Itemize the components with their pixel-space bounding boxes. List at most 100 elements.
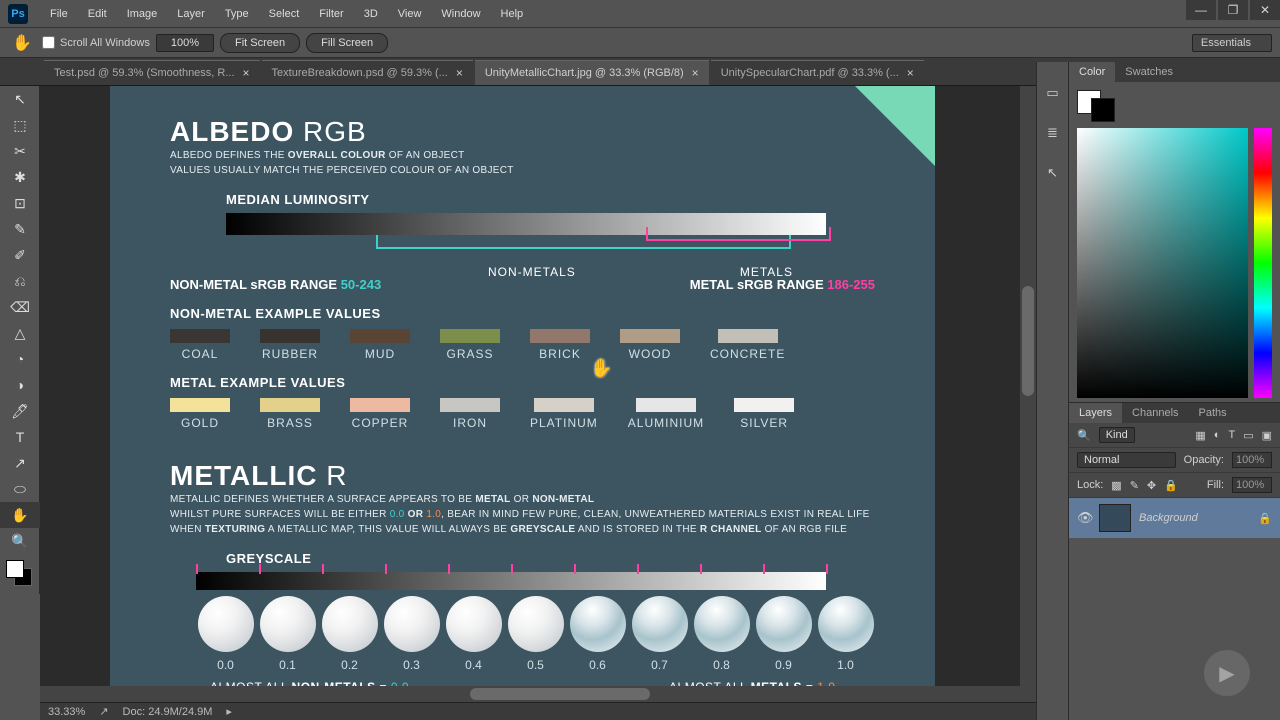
document-tab-label: UnityMetallicChart.jpg @ 33.3% (RGB/8) — [485, 67, 684, 79]
swatch-color — [440, 329, 500, 343]
panel-tab-paths[interactable]: Paths — [1189, 403, 1237, 423]
blend-mode-dropdown[interactable]: Normal — [1077, 452, 1176, 468]
menu-view[interactable]: View — [388, 4, 432, 24]
menu-type[interactable]: Type — [215, 4, 259, 24]
collapsed-panel-icon-0[interactable]: ▭ — [1041, 82, 1065, 104]
tool-button-0[interactable]: ↖ — [0, 86, 40, 112]
filter-pixel-icon[interactable]: ▦ — [1195, 429, 1205, 442]
background-swatch[interactable] — [1091, 98, 1115, 122]
opacity-input[interactable] — [1232, 452, 1272, 468]
document-tab-label: UnitySpecularChart.pdf @ 33.3% (... — [721, 67, 899, 79]
sphere-value-label: 0.3 — [403, 658, 420, 672]
fg-bg-swatch[interactable] — [1077, 90, 1272, 122]
layer-row-background[interactable]: 👁 Background 🔒 — [1069, 498, 1280, 538]
collapsed-panel-icon-2[interactable]: ↖ — [1041, 162, 1065, 184]
menu-window[interactable]: Window — [431, 4, 490, 24]
panel-tab-channels[interactable]: Channels — [1122, 403, 1188, 423]
tool-button-5[interactable]: ✎ — [0, 216, 40, 242]
tool-button-3[interactable]: ✱ — [0, 164, 40, 190]
zoom-value-field[interactable]: 100% — [156, 34, 214, 52]
workspace-switcher[interactable]: Essentials — [1192, 34, 1272, 52]
menu-filter[interactable]: Filter — [309, 4, 353, 24]
tool-button-9[interactable]: △ — [0, 320, 40, 346]
lock-all-icon[interactable]: 🔒 — [1164, 479, 1178, 492]
document-tab-1[interactable]: TextureBreakdown.psd @ 59.3% (...× — [262, 60, 473, 85]
close-tab-icon[interactable]: × — [907, 66, 914, 80]
swatch-label: IRON — [453, 416, 487, 430]
menu-3d[interactable]: 3D — [354, 4, 388, 24]
vertical-scroll-thumb[interactable] — [1022, 286, 1034, 396]
menu-select[interactable]: Select — [259, 4, 310, 24]
filter-adjust-icon[interactable]: ◐ — [1214, 429, 1221, 441]
filter-type-icon[interactable]: T — [1228, 429, 1235, 441]
scroll-all-windows-checkbox[interactable]: Scroll All Windows — [42, 36, 150, 49]
color-field[interactable] — [1077, 128, 1248, 398]
color-picker[interactable] — [1077, 128, 1272, 398]
greyscale-tick — [259, 564, 261, 574]
tool-button-11[interactable]: ◑ — [0, 372, 40, 398]
visibility-toggle-icon[interactable]: 👁 — [1077, 510, 1091, 526]
hue-slider[interactable] — [1254, 128, 1272, 398]
scroll-all-windows-input[interactable] — [42, 36, 55, 49]
menu-edit[interactable]: Edit — [78, 4, 117, 24]
tool-button-13[interactable]: T — [0, 424, 40, 450]
tool-button-10[interactable]: ◔ — [0, 346, 40, 372]
lock-pixels-icon[interactable]: ✎ — [1130, 479, 1139, 492]
menu-image[interactable]: Image — [117, 4, 168, 24]
fg-color-box[interactable] — [6, 560, 24, 578]
metal-range-bracket — [646, 227, 831, 241]
fill-screen-button[interactable]: Fill Screen — [306, 33, 388, 53]
menu-help[interactable]: Help — [491, 4, 534, 24]
close-window-button[interactable]: ✕ — [1250, 0, 1280, 20]
tool-button-14[interactable]: ↗ — [0, 450, 40, 476]
menu-layer[interactable]: Layer — [167, 4, 215, 24]
vertical-scrollbar[interactable] — [1020, 86, 1036, 702]
tool-button-2[interactable]: ✂ — [0, 138, 40, 164]
tool-button-1[interactable]: ⬚ — [0, 112, 40, 138]
tool-button-7[interactable]: ⎌ — [0, 268, 40, 294]
tool-button-15[interactable]: ⬭ — [0, 476, 40, 502]
lock-position-icon[interactable]: ✥ — [1147, 479, 1156, 492]
horizontal-scrollbar[interactable] — [40, 686, 1020, 702]
layer-thumbnail[interactable] — [1099, 504, 1131, 532]
status-export-icon[interactable]: ↗ — [99, 705, 108, 718]
status-zoom[interactable]: 33.33% — [48, 706, 85, 718]
right-panel-column: ▭≣↖ ColorSwatches LayersChannelsPaths 🔍 … — [1036, 62, 1280, 720]
horizontal-scroll-thumb[interactable] — [470, 688, 650, 700]
document-canvas[interactable]: ALBEDO RGB ALBEDO DEFINES THE OVERALL CO… — [110, 86, 935, 702]
canvas-area[interactable]: ALBEDO RGB ALBEDO DEFINES THE OVERALL CO… — [40, 86, 1036, 702]
document-tab-3[interactable]: UnitySpecularChart.pdf @ 33.3% (... × — [711, 60, 924, 85]
document-tab-0[interactable]: Test.psd @ 59.3% (Smoothness, R...× — [44, 60, 260, 85]
lock-transparency-icon[interactable]: ▩ — [1111, 479, 1121, 492]
greyscale-gradient-bar — [196, 572, 826, 590]
minimize-button[interactable]: — — [1186, 0, 1216, 20]
document-tab-2[interactable]: UnityMetallicChart.jpg @ 33.3% (RGB/8) × — [475, 60, 709, 85]
fit-screen-button[interactable]: Fit Screen — [220, 33, 300, 53]
filter-smart-icon[interactable]: ▣ — [1262, 429, 1272, 442]
tool-button-16[interactable]: ✋ — [0, 502, 40, 528]
status-chevron-icon[interactable]: ▸ — [226, 705, 232, 718]
filter-shape-icon[interactable]: ▭ — [1243, 429, 1253, 442]
tool-button-12[interactable]: 🖊 — [0, 398, 40, 424]
tool-button-6[interactable]: ✐ — [0, 242, 40, 268]
layer-filter-dropdown[interactable]: Kind — [1099, 427, 1135, 443]
sphere-value-label: 0.1 — [279, 658, 296, 672]
close-tab-icon[interactable]: × — [692, 66, 699, 80]
tool-button-8[interactable]: ⌫ — [0, 294, 40, 320]
greyscale-tick — [322, 564, 324, 574]
fg-bg-tool-swatch[interactable] — [0, 558, 40, 594]
panel-tab-color[interactable]: Color — [1069, 62, 1115, 82]
swatch-label: PLATINUM — [530, 416, 598, 430]
metallic-desc-2: WHILST PURE SURFACES WILL BE EITHER 0.0 … — [170, 507, 875, 522]
collapsed-panel-icon-1[interactable]: ≣ — [1041, 122, 1065, 144]
panel-tab-layers[interactable]: Layers — [1069, 403, 1122, 423]
panel-tab-swatches[interactable]: Swatches — [1115, 62, 1183, 82]
fill-input[interactable] — [1232, 477, 1272, 493]
maximize-button[interactable]: ❐ — [1218, 0, 1248, 20]
menu-bar: Ps FileEditImageLayerTypeSelectFilter3DV… — [0, 0, 1280, 28]
close-tab-icon[interactable]: × — [243, 66, 250, 80]
tool-button-4[interactable]: ⊡ — [0, 190, 40, 216]
close-tab-icon[interactable]: × — [456, 66, 463, 80]
menu-file[interactable]: File — [40, 4, 78, 24]
tool-button-17[interactable]: 🔍 — [0, 528, 40, 554]
